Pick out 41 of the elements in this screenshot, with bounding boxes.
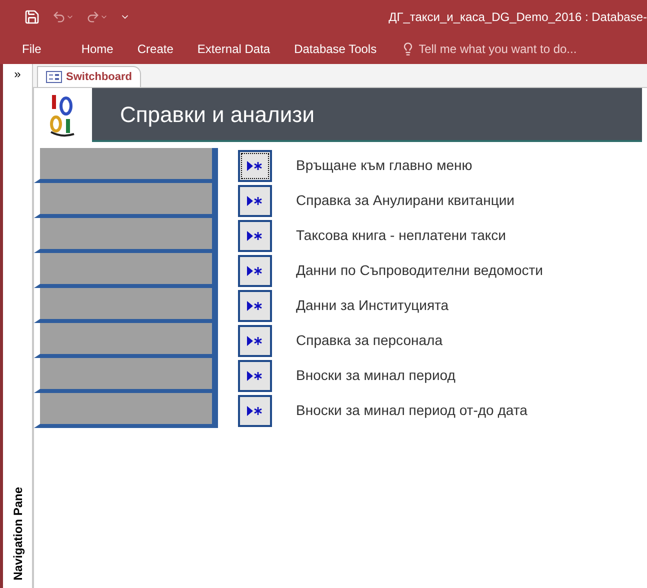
tell-me-field[interactable]: Tell me what you want to do... xyxy=(418,40,619,58)
play-star-icon xyxy=(247,266,263,276)
menu-button[interactable] xyxy=(238,290,272,322)
menu-button[interactable] xyxy=(238,220,272,252)
save-icon[interactable] xyxy=(24,9,40,25)
menu-button[interactable] xyxy=(238,150,272,182)
menu-item-label: Връщане към главно меню xyxy=(296,156,472,175)
menu-item-label: Справка за персонала xyxy=(296,331,442,350)
ribbon-tab[interactable]: Database Tools xyxy=(282,40,389,58)
menu-button[interactable] xyxy=(238,360,272,392)
ribbon-tab[interactable]: Home xyxy=(69,40,126,58)
play-star-icon xyxy=(247,196,263,206)
play-star-icon xyxy=(247,336,263,346)
window-title: ДГ_такси_и_каса_DG_Demo_2016 : Database- xyxy=(388,9,647,26)
menu-item-label: Таксова книга - неплатени такси xyxy=(296,226,506,245)
caret-icon[interactable] xyxy=(66,13,74,21)
menu-item-label: Данни по Съпроводителни ведомости xyxy=(296,261,544,280)
ribbon-tab[interactable]: Create xyxy=(125,40,186,58)
play-star-icon xyxy=(247,370,263,380)
play-star-icon xyxy=(247,300,263,310)
menu-item-label: Справка за Анулирани квитанции xyxy=(296,191,514,210)
caret-icon[interactable] xyxy=(100,13,108,21)
play-star-icon xyxy=(247,230,263,240)
menu-button[interactable] xyxy=(238,324,272,356)
menu-item-label: Данни за Институцията xyxy=(296,296,449,315)
menu-button[interactable] xyxy=(238,394,272,426)
play-star-icon xyxy=(247,160,263,170)
play-star-icon xyxy=(247,406,263,416)
undo-icon[interactable] xyxy=(52,10,66,24)
navigation-pane-label: Navigation Pane xyxy=(10,486,26,580)
menu-button[interactable] xyxy=(238,254,272,286)
menu-button[interactable] xyxy=(238,184,272,216)
ribbon-tab[interactable]: External Data xyxy=(185,40,282,58)
ribbon-tab[interactable]: File xyxy=(0,40,70,58)
menu-item-label: Вноски за минал период xyxy=(296,366,456,385)
document-tab[interactable]: Switchboard xyxy=(37,66,142,87)
expand-button[interactable]: » xyxy=(14,68,21,80)
menu-item-label: Вноски за минал период от-до дата xyxy=(296,401,528,420)
form-icon xyxy=(46,71,62,83)
redo-icon[interactable] xyxy=(86,10,100,24)
form-title: Справки и анализи xyxy=(120,100,315,129)
